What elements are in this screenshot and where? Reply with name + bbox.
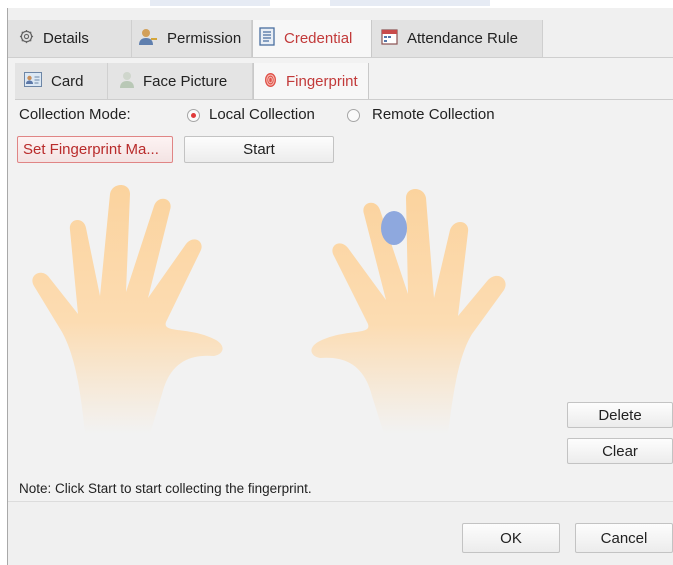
user-key-icon [138, 28, 158, 50]
delete-button[interactable]: Delete [567, 402, 673, 428]
ok-button[interactable]: OK [462, 523, 560, 553]
remote-collection-label[interactable]: Remote Collection [372, 106, 495, 123]
tab-face-picture-label: Face Picture [143, 73, 228, 90]
selected-finger-marker[interactable] [381, 211, 407, 245]
card-icon [24, 72, 42, 91]
tab-fingerprint-label: Fingerprint [286, 73, 358, 90]
right-hand [311, 189, 506, 434]
fingerprint-icon [264, 72, 277, 92]
tab-face-picture[interactable]: Face Picture [108, 63, 253, 100]
left-hand [32, 185, 223, 434]
credential-sub-tab-bar: Card Face Picture Fingerprint [15, 63, 369, 100]
clear-button[interactable]: Clear [567, 438, 673, 464]
set-fingerprint-button[interactable]: Set Fingerprint Ma... [17, 136, 173, 163]
remote-collection-radio[interactable] [347, 109, 360, 122]
cancel-button[interactable]: Cancel [575, 523, 673, 553]
calendar-icon [381, 28, 398, 49]
person-icon [120, 71, 134, 92]
main-tab-bar: Details Permission Credential Attendance… [8, 20, 543, 57]
tab-attendance-rule[interactable]: Attendance Rule [372, 20, 543, 57]
document-icon [259, 27, 275, 50]
footer-divider [8, 501, 673, 502]
local-collection-radio[interactable] [187, 109, 200, 122]
start-button[interactable]: Start [184, 136, 334, 163]
tab-fingerprint[interactable]: Fingerprint [253, 63, 369, 100]
tab-card-label: Card [51, 73, 84, 90]
tab-card[interactable]: Card [15, 63, 108, 100]
sub-tab-divider [15, 99, 673, 100]
background-strip [0, 0, 673, 8]
tab-permission[interactable]: Permission [132, 20, 252, 57]
credential-panel: Card Face Picture Fingerprint Collection… [8, 57, 673, 501]
gear-icon [19, 29, 34, 48]
collection-mode-label: Collection Mode: [19, 106, 131, 123]
person-dialog: Details Permission Credential Attendance… [7, 8, 673, 565]
tab-permission-label: Permission [167, 30, 242, 47]
tab-credential-label: Credential [284, 30, 353, 47]
tab-details-label: Details [43, 30, 89, 47]
hands-illustration [32, 185, 506, 434]
note-text: Note: Click Start to start collecting th… [19, 481, 312, 496]
tab-attendance-rule-label: Attendance Rule [407, 30, 518, 47]
local-collection-label[interactable]: Local Collection [209, 106, 315, 123]
tab-credential[interactable]: Credential [252, 20, 372, 57]
tab-details[interactable]: Details [8, 20, 132, 57]
